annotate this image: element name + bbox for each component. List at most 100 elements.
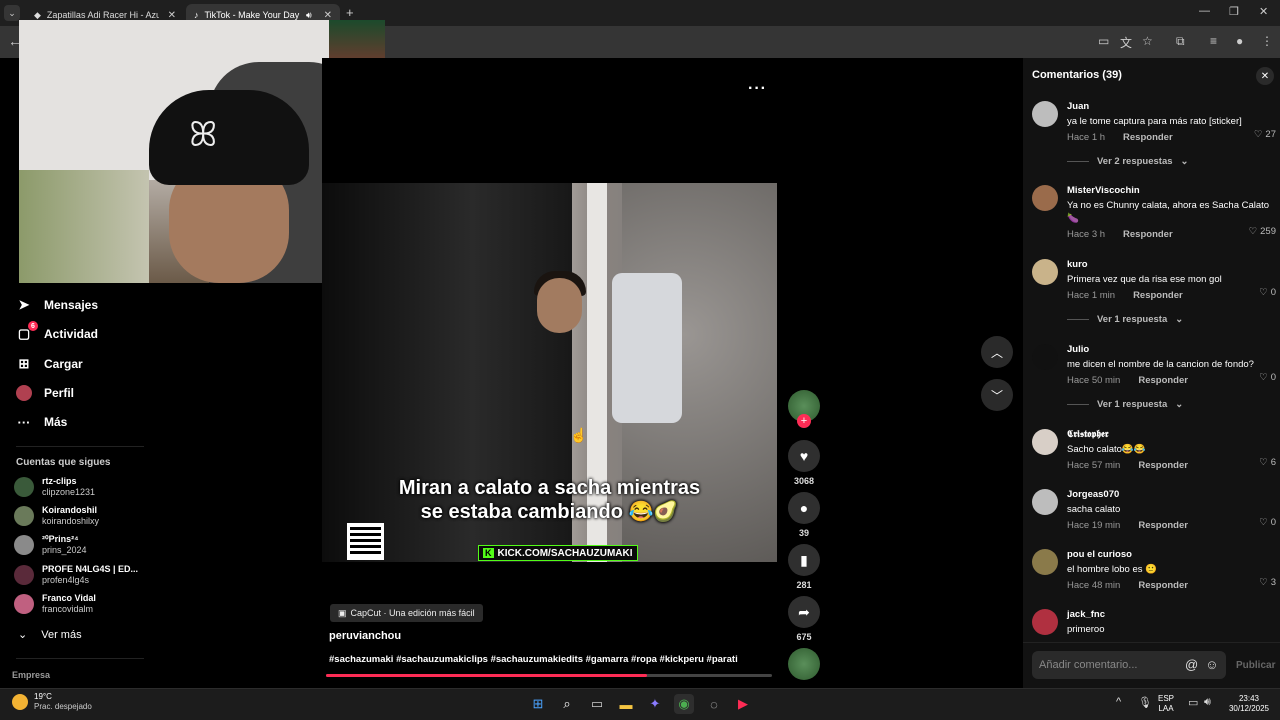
app-icon[interactable]: ◌ (704, 694, 724, 714)
reply-button[interactable]: Responder (1133, 290, 1183, 301)
new-tab-button[interactable]: + (346, 5, 354, 20)
extensions-icon[interactable]: ⧉ (1176, 34, 1185, 49)
view-replies-button[interactable]: Ver 2 respuestas ⌄ (1067, 156, 1189, 167)
comment-text: ya le tome captura para más rato [sticke… (1067, 116, 1242, 127)
following-account[interactable]: ²⁰Prins²⁴ prins_2024 (14, 534, 87, 556)
video-hashtags[interactable]: #sachazumaki #sachauzumakiclips #sachauz… (329, 654, 738, 665)
comment-like-button[interactable]: ♡ 0 (1259, 372, 1276, 383)
file-explorer-icon[interactable]: ▬ (616, 694, 636, 714)
search-icon[interactable]: ⌕ (557, 694, 577, 714)
profile-icon[interactable]: ● (1236, 34, 1243, 48)
share-button[interactable]: ➦ 675 (786, 596, 822, 642)
comment-button[interactable]: ● 39 (786, 492, 822, 538)
avatar[interactable] (1032, 429, 1058, 455)
following-account[interactable]: rtz-clips clipzone1231 (14, 476, 95, 498)
previous-video-button[interactable]: ︿ (981, 336, 1013, 368)
bookmark-star-icon[interactable]: ☆ (1142, 34, 1153, 48)
avatar[interactable] (1032, 344, 1058, 370)
reply-button[interactable]: Responder (1138, 520, 1188, 531)
comment-like-button[interactable]: ♡ 6 (1259, 457, 1276, 468)
tray-chevron-up-icon[interactable]: ^ (1116, 696, 1121, 708)
following-account[interactable]: Franco Vidal francovidalm (14, 593, 96, 615)
task-view-icon[interactable]: ▭ (587, 694, 607, 714)
reply-button[interactable]: Responder (1138, 460, 1188, 471)
avatar[interactable] (1032, 259, 1058, 285)
mention-icon[interactable]: @ (1185, 657, 1198, 672)
reply-button[interactable]: Responder (1123, 229, 1173, 240)
avatar[interactable] (1032, 549, 1058, 575)
close-window-icon[interactable]: ✕ (1259, 5, 1268, 18)
windows-start-icon[interactable]: ⊞ (528, 694, 548, 714)
comment-like-button[interactable]: ♡ 27 (1254, 129, 1276, 140)
language-indicator[interactable]: ESP LAA (1158, 694, 1174, 714)
menu-dots-icon[interactable]: ⋮ (1261, 34, 1273, 48)
comment-user[interactable]: Juan (1067, 101, 1277, 113)
close-tab-icon[interactable]: ✕ (168, 10, 176, 21)
sidebar-item-mensajes[interactable]: ➤ Mensajes (16, 297, 98, 313)
reply-button[interactable]: Responder (1138, 580, 1188, 591)
publish-button[interactable]: Publicar (1236, 660, 1275, 671)
comment-like-count: 3 (1270, 577, 1276, 588)
comment-user[interactable]: Julio (1067, 344, 1277, 356)
comment-user[interactable]: jack_fnc (1067, 609, 1277, 621)
more-options-icon[interactable]: ··· (748, 80, 767, 98)
minimize-icon[interactable]: — (1199, 5, 1210, 17)
speaker-icon[interactable]: 🔊︎ (306, 10, 312, 21)
sidebar-item-cargar[interactable]: ⊞ Cargar (16, 356, 83, 372)
next-video-button[interactable]: ﹀ (981, 379, 1013, 411)
sidebar-item-actividad[interactable]: ▢ 6 Actividad (16, 321, 98, 342)
view-replies-button[interactable]: Ver 1 respuesta ⌄ (1067, 399, 1183, 410)
comment-user[interactable]: Jorgeas070 (1067, 489, 1277, 501)
following-account[interactable]: PROFE N4LG4S | ED... profen4lg4s (14, 564, 138, 586)
comment-user[interactable]: pou el curioso (1067, 549, 1277, 561)
reading-list-icon[interactable]: ≡ (1210, 34, 1217, 48)
follow-plus-icon[interactable]: + (797, 414, 811, 428)
save-button[interactable]: ▮ 281 (786, 544, 822, 590)
comment-input-icons: @ ☺ (1185, 657, 1218, 672)
microphone-icon[interactable]: 🎙︎ (1138, 696, 1152, 709)
comment-user[interactable]: kuro (1067, 259, 1277, 271)
cast-icon[interactable]: ▭ (1098, 34, 1109, 48)
company-link[interactable]: Empresa (12, 670, 50, 680)
video-player[interactable]: Miran a calato a sacha mientras se estab… (322, 183, 777, 562)
weather-widget[interactable]: 19°C Prac. despejado (12, 692, 92, 712)
sidebar-item-mas[interactable]: ··· Más (16, 414, 68, 430)
like-button[interactable]: ♥ 3068 (786, 440, 822, 486)
close-icon[interactable]: ✕ (1256, 67, 1274, 85)
video-author[interactable]: peruvianchou (329, 630, 401, 642)
network-icon[interactable]: ▭ (1188, 696, 1198, 709)
avatar[interactable] (1032, 489, 1058, 515)
reply-button[interactable]: Responder (1138, 375, 1188, 386)
comment-like-button[interactable]: ♡ 0 (1259, 287, 1276, 298)
media-player-icon[interactable]: ▶ (733, 694, 753, 714)
video-caption: Miran a calato a sacha mientras se estab… (322, 476, 777, 524)
sidebar-item-perfil[interactable]: Perfil (16, 385, 74, 401)
restore-icon[interactable]: ❐ (1229, 5, 1239, 18)
close-tab-icon[interactable]: ✕ (324, 10, 332, 21)
chrome-icon[interactable]: ◉ (674, 694, 694, 714)
reply-button[interactable]: Responder (1123, 132, 1173, 143)
translate-icon[interactable]: 文 (1120, 34, 1132, 51)
view-replies-button[interactable]: Ver 1 respuesta ⌄ (1067, 314, 1183, 325)
comment-like-button[interactable]: ♡ 259 (1249, 226, 1276, 237)
comment-like-button[interactable]: ♡ 3 (1259, 577, 1276, 588)
avatar[interactable] (1032, 609, 1058, 635)
comment-user[interactable]: 𝕮𝖗𝖎𝖘𝖙𝖔𝖕𝖍𝖊𝖗 (1067, 429, 1277, 441)
sidebar-item-label: Cargar (44, 357, 83, 371)
clock[interactable]: 23:43 30/12/2025 (1226, 694, 1272, 714)
music-disc-avatar[interactable] (788, 648, 820, 680)
copilot-icon[interactable]: ✦ (645, 694, 665, 714)
emoji-icon[interactable]: ☺ (1205, 657, 1218, 672)
avatar[interactable] (1032, 101, 1058, 127)
volume-icon[interactable]: 🔊︎ (1204, 696, 1211, 709)
capcut-badge[interactable]: ▣ CapCut · Una edición más fácil (330, 604, 483, 622)
comment-like-button[interactable]: ♡ 0 (1259, 517, 1276, 528)
comment-user[interactable]: MisterViscochin (1067, 185, 1277, 197)
weather-sun-icon (12, 694, 28, 710)
video-progress-bar[interactable] (326, 674, 772, 677)
kick-text: KICK.COM/SACHAUZUMAKI (497, 547, 633, 559)
following-account[interactable]: Koirandoshil koirandoshilxy (14, 505, 99, 527)
avatar[interactable] (1032, 185, 1058, 211)
see-more-button[interactable]: ⌄ Ver más (18, 628, 82, 642)
tab-list-button[interactable]: ⌄ (4, 5, 20, 21)
